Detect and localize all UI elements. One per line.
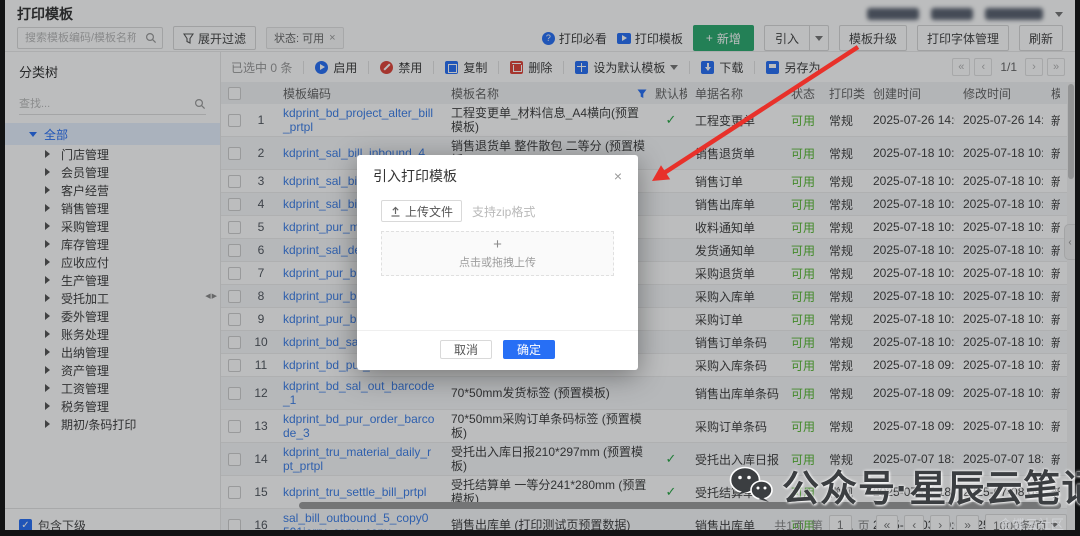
import-template-modal: 引入打印模板 × 上传文件 支持zip格式 + 点击或拖拽上传 取消 确定 bbox=[357, 155, 638, 370]
modal-title: 引入打印模板 bbox=[373, 166, 457, 186]
upload-dropzone[interactable]: + 点击或拖拽上传 bbox=[381, 231, 614, 276]
upload-hint: 支持zip格式 bbox=[472, 203, 535, 220]
confirm-button[interactable]: 确定 bbox=[503, 340, 555, 359]
close-icon[interactable]: × bbox=[614, 169, 622, 183]
plus-icon: + bbox=[493, 238, 502, 252]
dropzone-text: 点击或拖拽上传 bbox=[459, 254, 536, 270]
cancel-button[interactable]: 取消 bbox=[440, 340, 492, 359]
upload-icon bbox=[390, 206, 401, 217]
upload-file-button[interactable]: 上传文件 bbox=[381, 200, 462, 222]
upload-file-label: 上传文件 bbox=[405, 203, 453, 220]
